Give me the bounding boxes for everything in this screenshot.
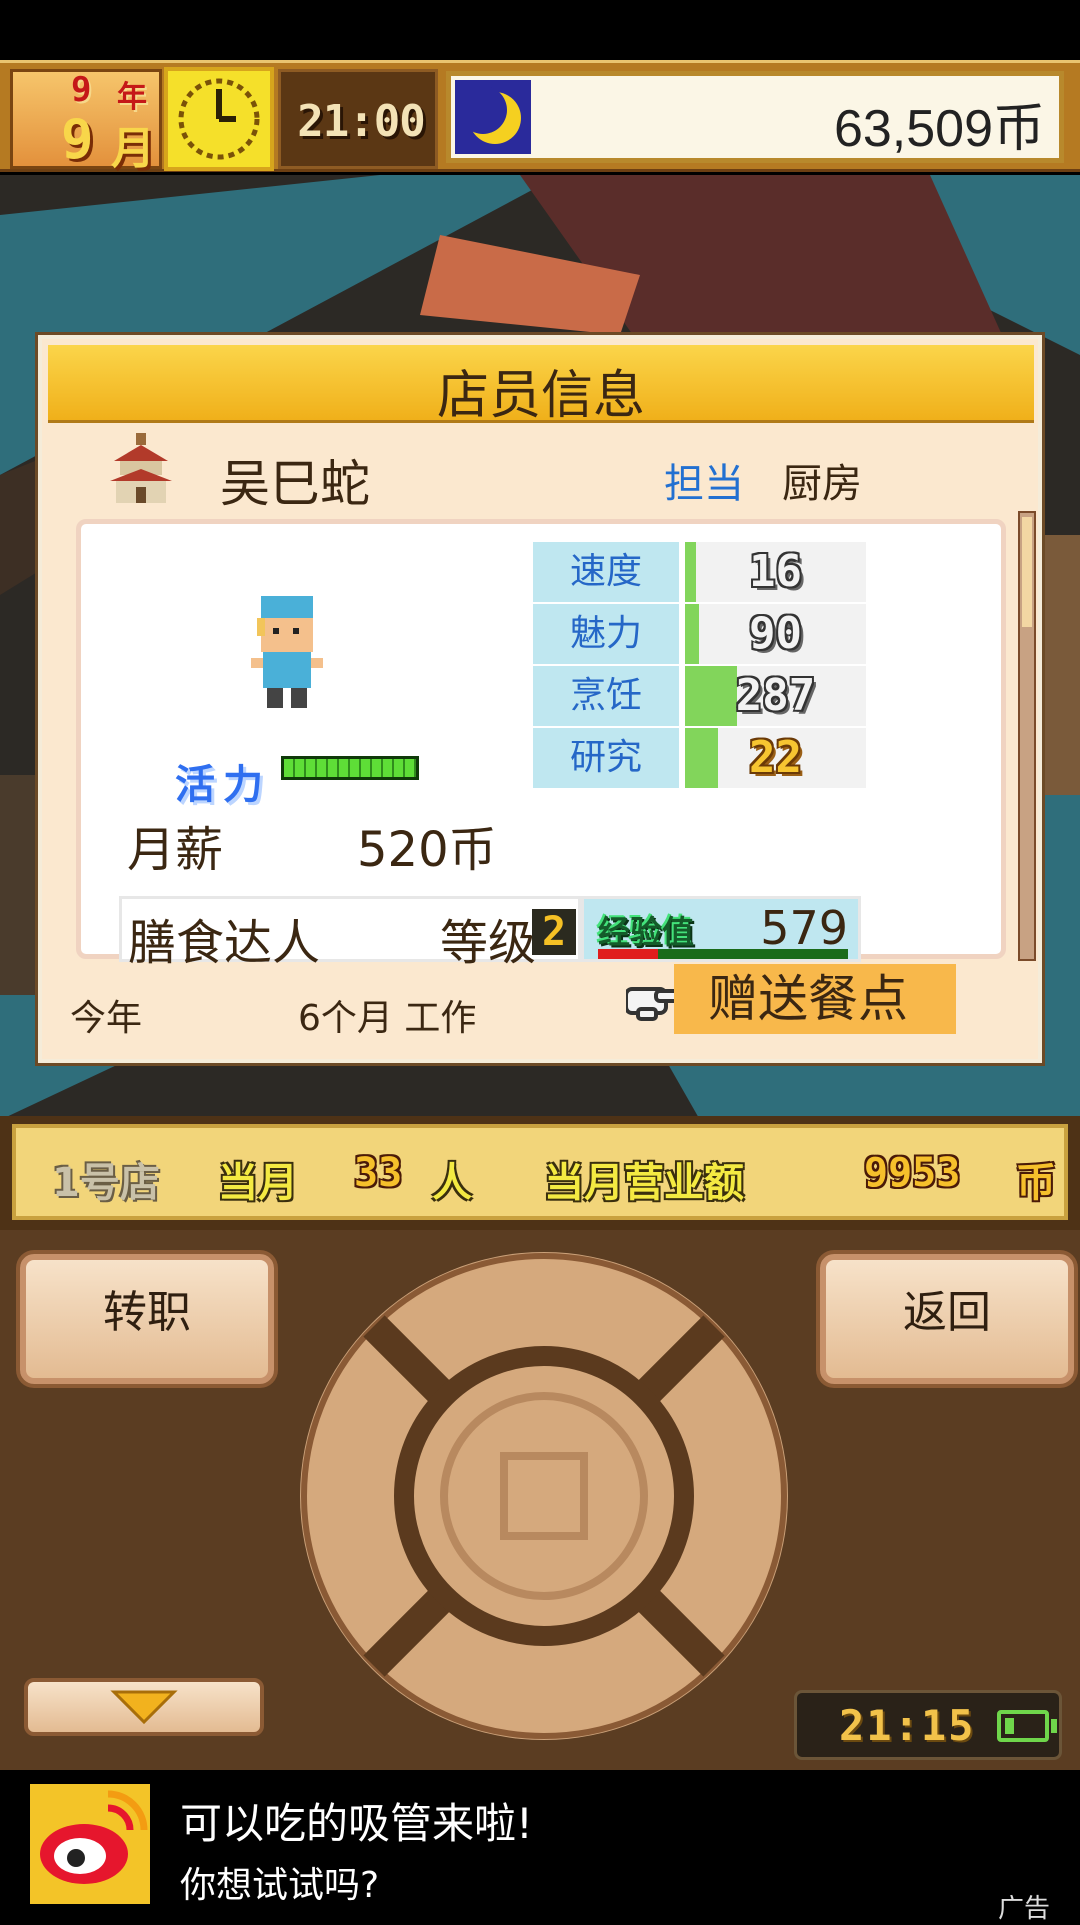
weibo-logo-icon[interactable] [30, 1784, 150, 1904]
experience-value: 579 [760, 901, 848, 955]
chef-title: 膳食达人 [128, 915, 321, 971]
month-number: 9 [61, 108, 94, 171]
visitor-unit: 人 [432, 1160, 472, 1206]
gift-meal-button[interactable]: 赠送餐点 [674, 964, 956, 1034]
stat-bar: 90 [685, 604, 866, 664]
staff-detail-panel: 活力 月薪 520币 膳食达人 等级 2 经验值 579 速度 16 魅力 90 烹饪 2… [76, 519, 1006, 971]
experience-bar-fill [598, 949, 658, 959]
stat-value: 16 [749, 546, 802, 597]
level-label: 等级 [440, 915, 537, 971]
money-panel: 63,509币 [446, 71, 1064, 163]
dialog-header: 店员信息 [48, 345, 1034, 426]
stat-label: 烹饪 [533, 666, 679, 726]
stat-value: 287 [735, 670, 816, 721]
date-panel: 9 年 9 月 [10, 69, 162, 174]
staff-info-dialog: 店员信息 吴巳蛇 担当 厨房 活力 月薪 520币 膳食达人 等级 2 经验值 … [38, 335, 1042, 1063]
top-hud: 9 年 9 月 21:00 63,509币 [0, 60, 1080, 174]
stat-value: 90 [749, 608, 802, 659]
assignment-value[interactable]: 厨房 [782, 451, 862, 509]
ad-banner[interactable]: 可以吃的吸管来啦! 你想试试吗? 广告 [0, 1770, 1080, 1924]
stat-row: 速度 16 [533, 542, 866, 602]
experience-box: 经验值 579 [581, 896, 861, 962]
level-value: 2 [532, 909, 576, 955]
device-clock-panel: 21:15 [794, 1690, 1062, 1760]
stat-bar: 287 [685, 666, 866, 726]
back-button[interactable]: 返回 [820, 1254, 1074, 1384]
game-time: 21:00 [297, 96, 425, 147]
stat-row: 魅力 90 [533, 604, 866, 664]
assignment-label: 担当 [664, 461, 744, 507]
moon-icon [455, 80, 531, 154]
store-status-inner: 1号店 当月 33 人 当月营业额 9953 币 [12, 1124, 1068, 1220]
stat-bar: 16 [685, 542, 866, 602]
game-time-panel: 21:00 [278, 69, 438, 169]
control-area: 转职 返回 21:15 [0, 1230, 1080, 1770]
energy-label: 活力 [175, 762, 271, 808]
dialog-title: 店员信息 [436, 366, 645, 426]
money-amount: 63,509币 [833, 100, 1045, 158]
staff-sprite [247, 594, 327, 714]
dialog-scrollbar[interactable] [1018, 511, 1036, 961]
year-label: 今年 [70, 998, 143, 1039]
ad-tag: 广告 [998, 1894, 1051, 1924]
directional-pad[interactable] [300, 1252, 788, 1740]
battery-icon [997, 1710, 1049, 1742]
experience-label: 经验值 [598, 913, 695, 951]
visitor-count: 33 [354, 1150, 403, 1196]
energy-bar-fill [284, 759, 416, 777]
stat-label: 速度 [533, 542, 679, 602]
ad-subtitle[interactable]: 你想试试吗? [180, 1856, 379, 1908]
stat-row: 研究 22 [533, 728, 866, 788]
year-unit: 年 [117, 80, 147, 115]
revenue-value: 9953 [864, 1150, 961, 1196]
revenue-unit: 币 [1016, 1160, 1056, 1206]
device-time: 21:15 [839, 1701, 976, 1750]
stat-label: 研究 [533, 728, 679, 788]
revenue-label: 当月营业额 [544, 1160, 744, 1206]
store-name: 1号店 [52, 1160, 160, 1206]
stat-value: 22 [749, 732, 802, 783]
transfer-job-button[interactable]: 转职 [20, 1254, 274, 1384]
battery-fill [1005, 1718, 1014, 1734]
salary-label: 月薪 [127, 822, 224, 878]
stat-bar: 22 [685, 728, 866, 788]
battery-tip [1051, 1719, 1057, 1733]
energy-bar [281, 756, 419, 780]
pagoda-icon [108, 433, 174, 505]
month-unit: 月 [111, 123, 155, 174]
chef-title-box: 膳食达人 等级 2 [119, 896, 581, 971]
store-status-bar: 1号店 当月 33 人 当月营业额 9953 币 [0, 1116, 1080, 1230]
stat-row: 烹饪 287 [533, 666, 866, 726]
month-label: 当月 [218, 1160, 298, 1206]
menu-down-button[interactable] [24, 1678, 264, 1736]
months-worked: 6个月 工作 [298, 998, 477, 1039]
staff-name: 吴巳蛇 [220, 455, 370, 513]
year-number: 9 [71, 70, 92, 110]
scrollbar-thumb[interactable] [1022, 517, 1032, 627]
ad-title[interactable]: 可以吃的吸管来啦! [180, 1790, 533, 1851]
experience-bar [598, 949, 848, 959]
stat-label: 魅力 [533, 604, 679, 664]
salary-value: 520币 [357, 822, 497, 878]
clock-icon [164, 67, 274, 171]
